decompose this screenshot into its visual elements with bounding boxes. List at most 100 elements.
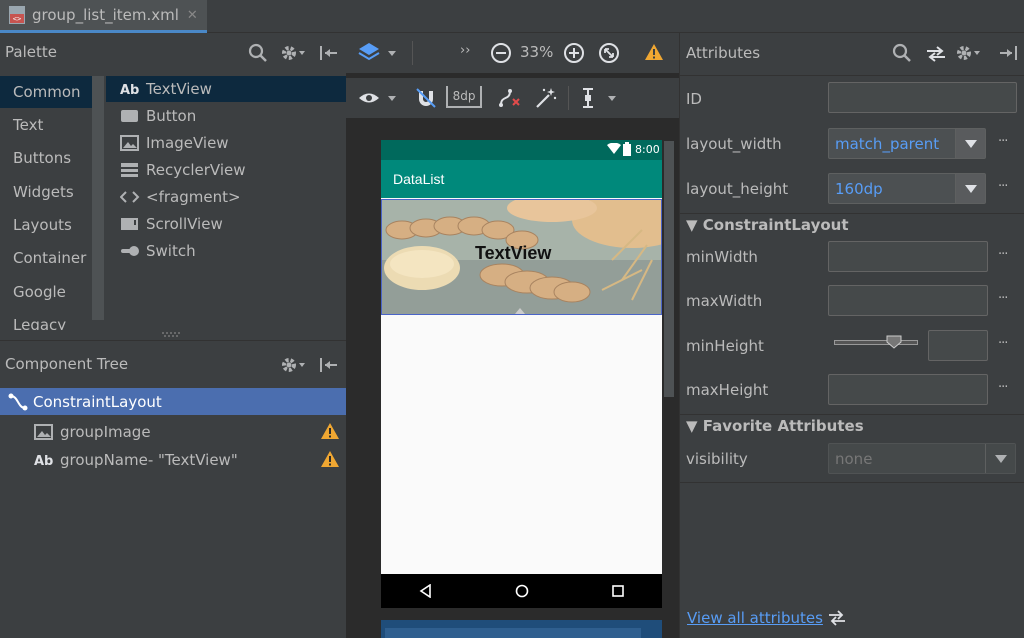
category-google[interactable]: Google xyxy=(0,276,92,308)
layout-width-dropdown[interactable]: match_parent xyxy=(828,128,986,159)
palette-item-recyclerview[interactable]: RecyclerView xyxy=(120,157,246,183)
palette-item-label: Button xyxy=(146,107,197,125)
zoom-in-icon[interactable] xyxy=(563,42,585,64)
group-name-textview[interactable]: TextView xyxy=(475,243,551,264)
visibility-dropdown[interactable]: none xyxy=(828,443,1016,474)
min-height-label: minHeight xyxy=(686,337,764,355)
canvas-scrollbar[interactable] xyxy=(664,141,674,397)
divider xyxy=(680,414,1024,415)
default-margin-control[interactable]: 8dp xyxy=(446,86,482,108)
category-widgets[interactable]: Widgets xyxy=(0,176,92,208)
favorite-attributes-section[interactable]: ▼ Favorite Attributes xyxy=(686,417,864,435)
warning-icon[interactable] xyxy=(320,422,340,440)
max-width-field[interactable] xyxy=(828,285,988,316)
zoom-out-icon[interactable] xyxy=(490,42,512,64)
battery-icon xyxy=(623,142,631,156)
category-text[interactable]: Text xyxy=(0,109,92,141)
id-field[interactable] xyxy=(828,82,1017,113)
min-height-field[interactable] xyxy=(928,330,988,361)
hide-panel-icon[interactable] xyxy=(998,45,1018,61)
component-tree-title: Component Tree xyxy=(5,355,129,373)
view-all-attributes-link[interactable]: View all attributes xyxy=(687,609,847,627)
palette-item-label: Switch xyxy=(146,242,196,260)
app-bar-title: DataList xyxy=(393,171,445,187)
palette-item-imageview[interactable]: ImageView xyxy=(120,130,229,156)
tree-row-constraintlayout[interactable]: ConstraintLayout xyxy=(0,388,346,415)
design-toolbar: ›› 33% xyxy=(346,33,679,73)
scrollview-icon xyxy=(120,217,140,231)
category-buttons[interactable]: Buttons xyxy=(0,142,92,174)
magnet-off-icon[interactable] xyxy=(415,87,437,109)
palette-item-switch[interactable]: Switch xyxy=(120,238,196,264)
constraint-anchor-icon[interactable] xyxy=(515,308,525,314)
tree-row-groupname[interactable]: Ab groupName- "TextView" xyxy=(0,446,346,473)
design-canvas[interactable]: 8:00 DataList TextView xyxy=(346,121,679,638)
tree-row-groupimage[interactable]: groupImage xyxy=(0,418,346,445)
palette-item-scrollview[interactable]: ScrollView xyxy=(120,211,223,237)
more-options-icon[interactable]: ··· xyxy=(998,134,1008,149)
visibility-label: visibility xyxy=(686,450,748,468)
palette-item-label: TextView xyxy=(146,80,212,98)
category-layouts[interactable]: Layouts xyxy=(0,209,92,241)
overflow-icon[interactable]: ›› xyxy=(460,43,470,58)
layout-height-label: layout_height xyxy=(686,180,789,198)
status-time: 8:00 xyxy=(635,143,660,156)
textview-icon: Ab xyxy=(34,453,54,467)
swap-view-icon[interactable] xyxy=(925,45,947,63)
min-height-slider[interactable] xyxy=(834,340,918,345)
imageview-icon xyxy=(34,423,54,440)
slider-thumb-icon[interactable] xyxy=(886,335,902,349)
recents-icon[interactable] xyxy=(612,585,624,597)
file-tab[interactable]: <> group_list_item.xml ✕ xyxy=(0,0,207,33)
svg-text:<>: <> xyxy=(13,15,21,23)
switch-icon xyxy=(120,244,140,258)
constraintlayout-section[interactable]: ▼ ConstraintLayout xyxy=(686,216,849,234)
category-container[interactable]: Container xyxy=(0,242,92,274)
gear-icon[interactable] xyxy=(280,44,306,62)
hide-panel-icon[interactable] xyxy=(319,45,339,61)
chevron-down-icon xyxy=(955,174,985,203)
infer-constraints-icon[interactable] xyxy=(534,86,558,110)
min-width-field[interactable] xyxy=(828,241,988,272)
divider xyxy=(680,75,1024,76)
layout-height-value: 160dp xyxy=(835,180,883,198)
more-options-icon[interactable]: ··· xyxy=(998,380,1008,395)
warning-icon[interactable] xyxy=(320,450,340,468)
search-icon[interactable] xyxy=(248,43,268,63)
layout-height-dropdown[interactable]: 160dp xyxy=(828,173,986,204)
attributes-panel: Attributes ID layout_width match_parent … xyxy=(679,33,1024,638)
warning-icon[interactable] xyxy=(644,43,664,61)
more-options-icon[interactable]: ··· xyxy=(998,247,1008,262)
attributes-title: Attributes xyxy=(686,44,761,62)
svg-text:Ab: Ab xyxy=(34,454,53,467)
palette-item-textview[interactable]: Ab TextView xyxy=(106,76,346,102)
textview-icon: Ab xyxy=(120,82,140,96)
align-icon[interactable] xyxy=(580,87,620,109)
eye-icon[interactable] xyxy=(358,88,398,108)
home-icon[interactable] xyxy=(515,584,529,598)
more-options-icon[interactable]: ··· xyxy=(998,291,1008,306)
more-options-icon[interactable]: ··· xyxy=(998,179,1008,194)
zoom-to-fit-icon[interactable] xyxy=(598,42,620,64)
search-icon[interactable] xyxy=(892,43,912,63)
back-icon[interactable] xyxy=(419,584,431,598)
category-legacy[interactable]: Legacy xyxy=(0,309,92,330)
tree-row-label: groupName- "TextView" xyxy=(60,450,238,469)
panel-resize-handle[interactable] xyxy=(160,331,184,337)
palette-item-fragment[interactable]: <fragment> xyxy=(120,184,241,210)
app-bar: DataList xyxy=(381,160,662,198)
fragment-icon xyxy=(120,190,140,204)
clear-constraints-icon[interactable] xyxy=(498,87,522,109)
max-height-field[interactable] xyxy=(828,374,988,405)
swap-view-icon xyxy=(827,610,847,626)
close-tab-icon[interactable]: ✕ xyxy=(187,8,198,23)
palette-item-button[interactable]: Button xyxy=(120,103,196,129)
category-common[interactable]: Common xyxy=(0,76,92,108)
hide-panel-icon[interactable] xyxy=(319,357,339,373)
layers-icon[interactable] xyxy=(358,41,398,65)
category-scrollbar[interactable] xyxy=(92,76,104,320)
more-options-icon[interactable]: ··· xyxy=(998,336,1008,351)
gear-icon[interactable] xyxy=(955,44,981,62)
gear-icon[interactable] xyxy=(280,356,306,374)
toolbar-separator xyxy=(412,41,413,65)
